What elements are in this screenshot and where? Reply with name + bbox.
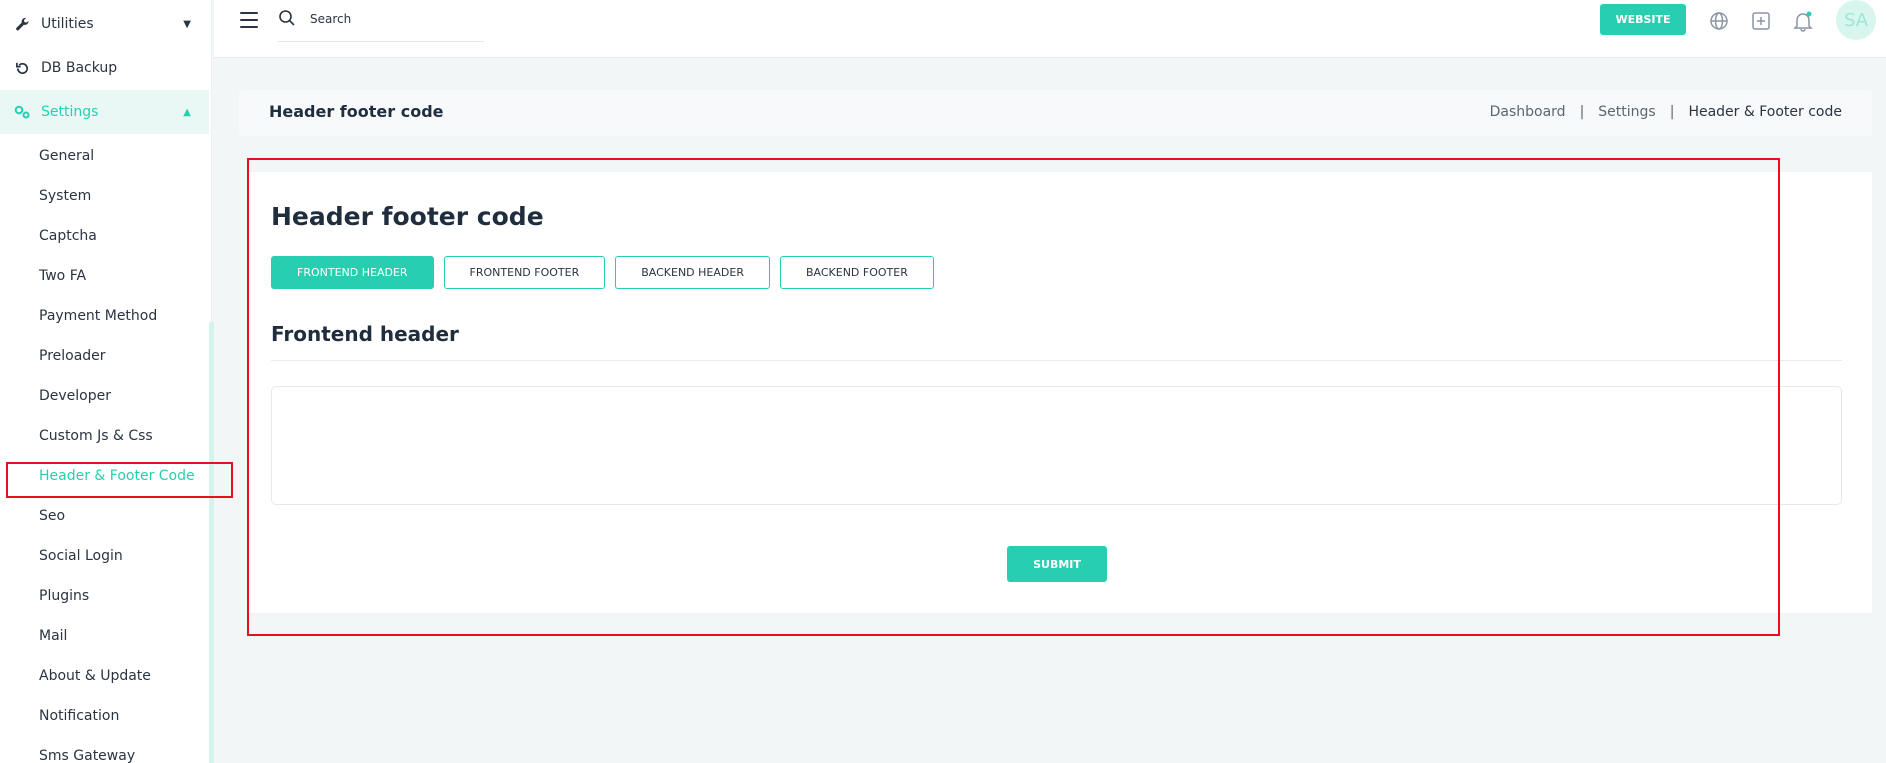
sidebar-sub-item-label: Preloader — [39, 348, 106, 364]
sidebar-sub-item-label: Seo — [39, 508, 66, 524]
website-button[interactable]: WEBSITE — [1600, 4, 1686, 35]
frontend-header-code-field[interactable] — [271, 386, 1842, 505]
card-title: Header footer code — [271, 202, 544, 231]
sidebar-sub-item-label: Sms Gateway — [39, 748, 136, 763]
restore-icon — [13, 59, 31, 77]
sidebar-sub-item-mail[interactable]: Mail — [39, 624, 67, 648]
submit-button[interactable]: SUBMIT — [1007, 546, 1107, 582]
sidebar-sub-item-label: General — [39, 148, 95, 164]
topbar: WEBSITE SA — [214, 0, 1886, 58]
sidebar-sub-item-label: Captcha — [39, 228, 97, 244]
breadcrumb-link-dashboard[interactable]: Dashboard — [1490, 104, 1566, 120]
sidebar-sub-item-seo[interactable]: Seo — [39, 504, 65, 528]
sidebar-item-label: Settings — [41, 104, 99, 120]
bell-icon[interactable] — [1792, 10, 1814, 32]
sidebar-sub-item-social-login[interactable]: Social Login — [39, 544, 123, 568]
highlight-box-sidebar — [6, 462, 233, 498]
page-title: Header footer code — [269, 102, 444, 121]
header-footer-card: Header footer code FRONTEND HEADER FRONT… — [247, 172, 1872, 613]
sidebar-sub-item-preloader[interactable]: Preloader — [39, 344, 106, 368]
sidebar-sub-item-label: System — [39, 188, 92, 204]
sidebar-sub-item-sms-gateway[interactable]: Sms Gateway — [39, 744, 135, 763]
tab-frontend-header[interactable]: FRONTEND HEADER — [271, 256, 434, 289]
section-title: Frontend header — [271, 322, 459, 346]
tab-backend-header[interactable]: BACKEND HEADER — [615, 256, 770, 289]
sidebar-sub-item-captcha[interactable]: Captcha — [39, 224, 97, 248]
breadcrumb-separator: | — [1579, 104, 1585, 120]
sidebar-sub-item-custom-js-css[interactable]: Custom Js & Css — [39, 424, 153, 448]
breadcrumb-link-settings[interactable]: Settings — [1598, 104, 1655, 120]
sidebar-sub-item-general[interactable]: General — [39, 144, 94, 168]
breadcrumb-current: Header & Footer code — [1688, 104, 1842, 120]
search-box — [278, 6, 484, 42]
sidebar-sub-item-label: Custom Js & Css — [39, 428, 153, 444]
sidebar-scrollbar[interactable] — [209, 322, 214, 763]
sidebar-sub-item-notification[interactable]: Notification — [39, 704, 119, 728]
breadcrumb-bar: Header footer code Dashboard | Settings … — [239, 90, 1872, 136]
breadcrumb-separator: | — [1669, 104, 1675, 120]
search-input[interactable] — [310, 12, 470, 26]
breadcrumb: Dashboard | Settings | Header & Footer c… — [1490, 104, 1842, 120]
sidebar-sub-item-two-fa[interactable]: Two FA — [39, 264, 86, 288]
sidebar-sub-item-label: Notification — [39, 708, 120, 724]
sidebar-sub-item-developer[interactable]: Developer — [39, 384, 111, 408]
sidebar-item-label: DB Backup — [41, 60, 118, 76]
sidebar-item-db-backup[interactable]: DB Backup — [0, 46, 209, 90]
plus-square-icon[interactable] — [1750, 10, 1772, 32]
sidebar-item-label: Utilities — [41, 16, 94, 32]
menu-toggle-icon[interactable] — [240, 12, 258, 28]
sidebar-item-utilities[interactable]: Utilities ▼ — [0, 2, 209, 46]
avatar[interactable]: SA — [1836, 0, 1876, 40]
sidebar-sub-item-label: Developer — [39, 388, 112, 404]
search-icon — [278, 9, 298, 29]
caret-up-icon: ▲ — [183, 106, 191, 118]
sidebar-sub-item-plugins[interactable]: Plugins — [39, 584, 89, 608]
sidebar-sub-item-label: Two FA — [39, 268, 87, 284]
sidebar-sub-item-label: Social Login — [39, 548, 123, 564]
tab-frontend-footer[interactable]: FRONTEND FOOTER — [443, 256, 606, 289]
divider — [271, 360, 1842, 361]
sidebar: Utilities ▼ DB Backup Settings ▲ General… — [0, 0, 214, 763]
sidebar-sub-item-label: Plugins — [39, 588, 90, 604]
sidebar-item-settings[interactable]: Settings ▲ — [0, 90, 209, 134]
gears-icon — [13, 103, 31, 121]
tab-backend-footer[interactable]: BACKEND FOOTER — [779, 256, 934, 289]
sidebar-sub-item-payment-method[interactable]: Payment Method — [39, 304, 157, 328]
sidebar-sub-item-label: Mail — [39, 628, 68, 644]
wrench-icon — [13, 15, 31, 33]
code-tabs: FRONTEND HEADER FRONTEND FOOTER BACKEND … — [271, 256, 934, 289]
sidebar-sub-item-label: Payment Method — [39, 308, 158, 324]
sidebar-sub-item-label: About & Update — [39, 668, 151, 684]
sidebar-sub-item-about-update[interactable]: About & Update — [39, 664, 151, 688]
globe-icon[interactable] — [1708, 10, 1730, 32]
sidebar-sub-item-system[interactable]: System — [39, 184, 91, 208]
caret-down-icon: ▼ — [183, 18, 191, 30]
